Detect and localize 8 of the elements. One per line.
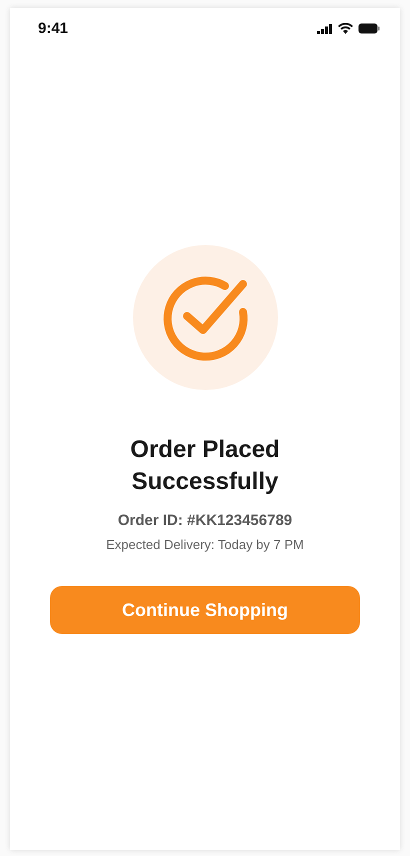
status-time: 9:41 — [38, 20, 68, 37]
order-id: Order ID: #KK123456789 — [118, 512, 292, 529]
battery-icon — [358, 23, 380, 34]
continue-shopping-button[interactable]: Continue Shopping — [50, 586, 360, 634]
delivery-estimate: Expected Delivery: Today by 7 PM — [106, 537, 304, 552]
wifi-icon — [338, 23, 353, 34]
signal-icon — [317, 24, 333, 34]
success-title: Order Placed Successfully — [129, 435, 281, 497]
